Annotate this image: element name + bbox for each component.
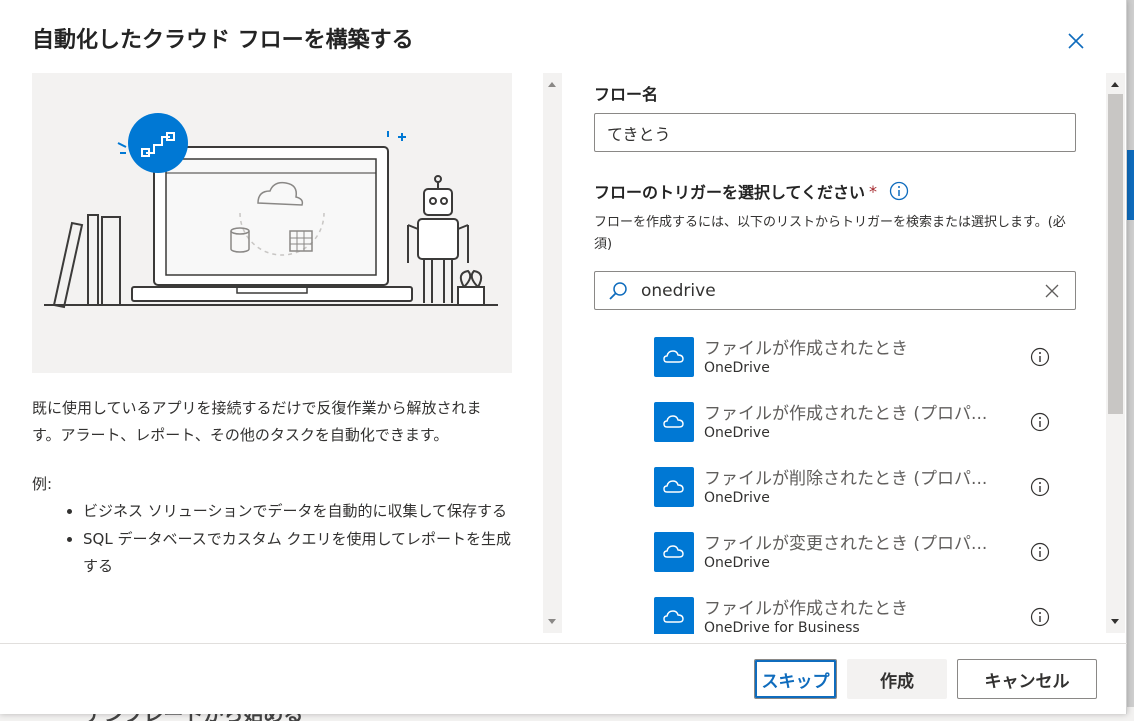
trigger-label-row: フローのトリガーを選択してください * <box>594 179 909 203</box>
onedrive-cloud-icon <box>654 597 694 634</box>
flow-form-panel: フロー名 フローのトリガーを選択してください * フローを作成するには、以下のリ… <box>594 73 1076 634</box>
trigger-connector: OneDrive <box>704 490 770 506</box>
flow-illustration <box>32 73 512 373</box>
scroll-down-arrow[interactable] <box>548 619 556 624</box>
trigger-item[interactable]: ファイルが変更されたとき (プロパ... OneDrive <box>594 526 1076 591</box>
trigger-title: ファイルが作成されたとき (プロパ... <box>704 404 988 424</box>
scroll-up-arrow[interactable] <box>1111 82 1119 87</box>
info-icon[interactable] <box>1030 477 1050 497</box>
clear-icon <box>1045 284 1059 297</box>
scrollbar-thumb[interactable] <box>1108 94 1123 414</box>
scroll-up-arrow[interactable] <box>548 82 556 87</box>
close-button[interactable] <box>1062 28 1090 54</box>
footer-divider <box>0 643 1127 644</box>
left-scrollbar[interactable] <box>543 73 562 633</box>
trigger-title: ファイルが作成されたとき <box>704 339 908 359</box>
example-label: 例: <box>32 475 53 493</box>
trigger-connector: OneDrive <box>704 360 770 376</box>
scroll-down-arrow[interactable] <box>1111 619 1119 624</box>
example-item: ビジネス ソリューションでデータを自動的に収集して保存する <box>83 498 512 525</box>
trigger-item[interactable]: ファイルが作成されたとき (プロパ... OneDrive <box>594 396 1076 461</box>
background-accent-edge <box>1126 150 1134 220</box>
onedrive-cloud-icon <box>654 467 694 507</box>
onedrive-cloud-icon <box>654 532 694 572</box>
trigger-item[interactable]: ファイルが作成されたとき OneDrive for Business <box>594 591 1076 634</box>
build-flow-dialog: 自動化したクラウド フローを構築する 既に使用しているアプリを接続するだけで反復… <box>0 0 1127 714</box>
dialog-title: 自動化したクラウド フローを構築する <box>32 28 414 53</box>
trigger-item[interactable]: ファイルが削除されたとき (プロパ... OneDrive <box>594 461 1076 526</box>
search-input[interactable]: onedrive <box>641 281 1029 301</box>
trigger-item[interactable]: ファイルが作成されたとき OneDrive <box>594 331 1076 396</box>
info-icon[interactable] <box>1030 347 1050 367</box>
flow-name-input[interactable] <box>594 113 1076 152</box>
required-mark: * <box>869 181 878 201</box>
trigger-help-text: フローを作成するには、以下のリストからトリガーを検索または選択します。(必須) <box>594 215 1066 252</box>
info-icon[interactable] <box>889 181 909 201</box>
flow-icon <box>128 113 188 173</box>
intro-description: 既に使用しているアプリを接続するだけで反復作業から解放されます。アラート、レポー… <box>32 399 482 444</box>
info-icon[interactable] <box>1030 542 1050 562</box>
trigger-list: ファイルが作成されたとき OneDrive ファイルが作成されたとき (プロパ.… <box>594 331 1076 634</box>
skip-button[interactable]: スキップ <box>754 659 837 699</box>
trigger-connector: OneDrive for Business <box>704 620 860 634</box>
onedrive-cloud-icon <box>654 402 694 442</box>
clear-search-button[interactable] <box>1029 272 1075 309</box>
trigger-search-box[interactable]: onedrive <box>594 271 1076 310</box>
left-info-panel: 既に使用しているアプリを接続するだけで反復作業から解放されます。アラート、レポー… <box>32 73 512 633</box>
trigger-label: フローのトリガーを選択してください <box>594 183 866 202</box>
cancel-button[interactable]: キャンセル <box>957 659 1097 699</box>
example-list: ビジネス ソリューションでデータを自動的に収集して保存する SQL データベース… <box>32 498 512 580</box>
trigger-title: ファイルが作成されたとき <box>704 599 908 619</box>
search-icon <box>595 272 641 309</box>
flow-name-label: フロー名 <box>594 85 659 104</box>
close-icon <box>1068 33 1084 49</box>
trigger-connector: OneDrive <box>704 555 770 571</box>
info-icon[interactable] <box>1030 412 1050 432</box>
trigger-connector: OneDrive <box>704 425 770 441</box>
trigger-title: ファイルが変更されたとき (プロパ... <box>704 534 988 554</box>
laptop-illustration <box>44 113 498 309</box>
right-scrollbar[interactable] <box>1106 73 1125 633</box>
create-button[interactable]: 作成 <box>847 659 947 699</box>
info-icon[interactable] <box>1030 607 1050 627</box>
trigger-title: ファイルが削除されたとき (プロパ... <box>704 469 988 489</box>
onedrive-cloud-icon <box>654 337 694 377</box>
example-item: SQL データベースでカスタム クエリを使用してレポートを生成する <box>83 526 512 580</box>
